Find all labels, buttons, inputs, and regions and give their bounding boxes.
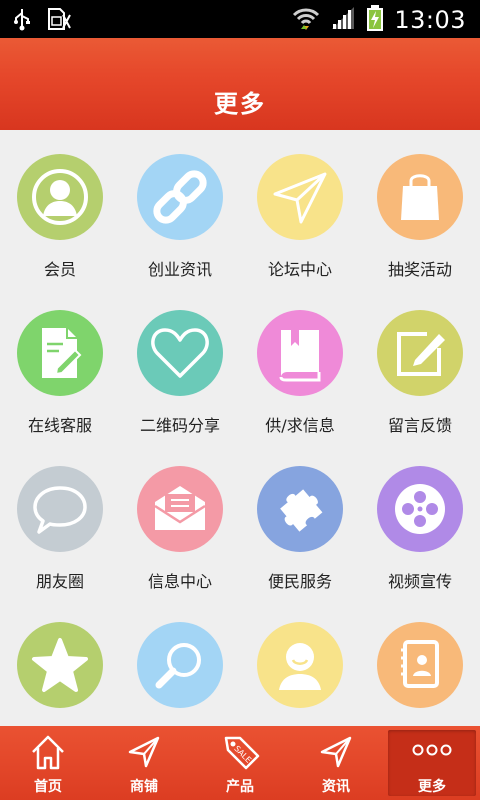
magnifier-icon — [155, 643, 201, 689]
link-icon-circle — [137, 154, 223, 240]
grid-item-label: 供/求信息 — [265, 416, 335, 435]
film-reel-icon — [395, 484, 445, 534]
grid-item-member[interactable]: 会员 — [0, 130, 120, 286]
grid-item-message-center[interactable]: 信息中心 — [120, 442, 240, 598]
grid-item-supply-demand[interactable]: 供/求信息 — [240, 286, 360, 442]
shopping-bag-icon-circle — [377, 154, 463, 240]
puzzle-icon — [280, 489, 323, 532]
grid-item-label: 留言反馈 — [387, 416, 452, 435]
member-icon-circle — [17, 154, 103, 240]
grid-item-label: 便民服务 — [267, 572, 332, 591]
grid-item-label: 论坛中心 — [267, 260, 332, 279]
clock: 13:03 — [394, 6, 466, 34]
grid-item-friends-circle[interactable]: 朋友圈 — [0, 442, 120, 598]
tab-home[interactable]: 首页 — [0, 726, 96, 800]
page-title: 更多 — [214, 90, 266, 118]
heart-icon-circle — [137, 310, 223, 396]
member-icon — [32, 169, 88, 225]
paper-plane-icon — [273, 172, 327, 224]
film-reel-icon-circle — [377, 466, 463, 552]
speech-bubble-icon — [33, 486, 87, 534]
tab-more[interactable]: 更多 — [384, 726, 480, 800]
status-bar: 13:03 — [0, 0, 480, 38]
document-edit-icon-circle — [17, 310, 103, 396]
tab-label: 产品 — [226, 779, 254, 795]
grid-item-label: 朋友圈 — [35, 572, 84, 591]
smiley-user-icon — [279, 643, 321, 690]
grid-item-label: 抽奖活动 — [387, 260, 452, 279]
grid-item-feedback[interactable]: 留言反馈 — [360, 286, 480, 442]
star-icon — [32, 638, 88, 692]
speech-bubble-icon-circle — [17, 466, 103, 552]
book-icon — [279, 330, 321, 382]
shopping-bag-icon — [401, 174, 439, 220]
contacts-book-icon-circle — [377, 622, 463, 708]
grid-item-search[interactable] — [120, 598, 240, 726]
signal-icon — [330, 5, 356, 35]
sim-icon — [46, 6, 72, 36]
grid-item-online-service[interactable]: 在线客服 — [0, 286, 120, 442]
navigation-arrow-icon — [318, 732, 354, 776]
smiley-user-icon-circle — [257, 622, 343, 708]
grid-item-user[interactable] — [240, 598, 360, 726]
paper-plane-icon-circle — [257, 154, 343, 240]
envelope-icon — [154, 486, 206, 530]
grid-item-label: 信息中心 — [147, 572, 212, 591]
feature-grid: 会员 创业资讯 论坛中心 抽奖活动 在线客服 二维码分享 供/求信息 留言反馈 … — [0, 130, 480, 726]
grid-item-public-service[interactable]: 便民服务 — [240, 442, 360, 598]
grid-item-label: 在线客服 — [27, 416, 92, 435]
battery-charging-icon — [366, 4, 384, 36]
grid-item-video-promo[interactable]: 视频宣传 — [360, 442, 480, 598]
document-edit-icon — [42, 328, 82, 378]
link-icon — [153, 170, 207, 224]
sale-tag-icon: SALE — [222, 732, 262, 776]
grid-item-label: 视频宣传 — [387, 572, 452, 591]
tab-label: 更多 — [418, 779, 446, 795]
tab-products[interactable]: SALE 产品 — [192, 726, 288, 800]
grid-item-label: 会员 — [43, 260, 76, 279]
note-edit-icon-circle — [377, 310, 463, 396]
grid-item-favorites[interactable] — [0, 598, 120, 726]
home-icon — [30, 732, 66, 776]
wifi-icon — [292, 5, 320, 35]
grid-item-label: 创业资讯 — [147, 260, 212, 279]
tab-shops[interactable]: 商铺 — [96, 726, 192, 800]
book-icon-circle — [257, 310, 343, 396]
tab-label: 首页 — [34, 779, 62, 795]
puzzle-icon-circle — [257, 466, 343, 552]
heart-icon — [151, 328, 209, 378]
tab-label: 资讯 — [322, 779, 350, 795]
grid-item-contacts[interactable] — [360, 598, 480, 726]
grid-item-label: 二维码分享 — [139, 416, 220, 435]
contacts-book-icon — [401, 640, 439, 688]
usb-icon — [12, 7, 32, 35]
envelope-icon-circle — [137, 466, 223, 552]
star-icon-circle — [17, 622, 103, 708]
grid-item-business-news[interactable]: 创业资讯 — [120, 130, 240, 286]
navigation-arrow-icon — [126, 732, 162, 776]
bottom-tab-bar: 首页 商铺 SALE 产品 资讯 更多 — [0, 726, 480, 800]
tab-news[interactable]: 资讯 — [288, 726, 384, 800]
grid-item-forum[interactable]: 论坛中心 — [240, 130, 360, 286]
more-dots-icon — [410, 738, 454, 766]
tab-label: 商铺 — [130, 779, 158, 795]
app-header: 更多 — [0, 38, 480, 130]
grid-item-lottery[interactable]: 抽奖活动 — [360, 130, 480, 286]
magnifier-icon-circle — [137, 622, 223, 708]
note-edit-icon — [397, 332, 445, 376]
grid-item-qr-share[interactable]: 二维码分享 — [120, 286, 240, 442]
